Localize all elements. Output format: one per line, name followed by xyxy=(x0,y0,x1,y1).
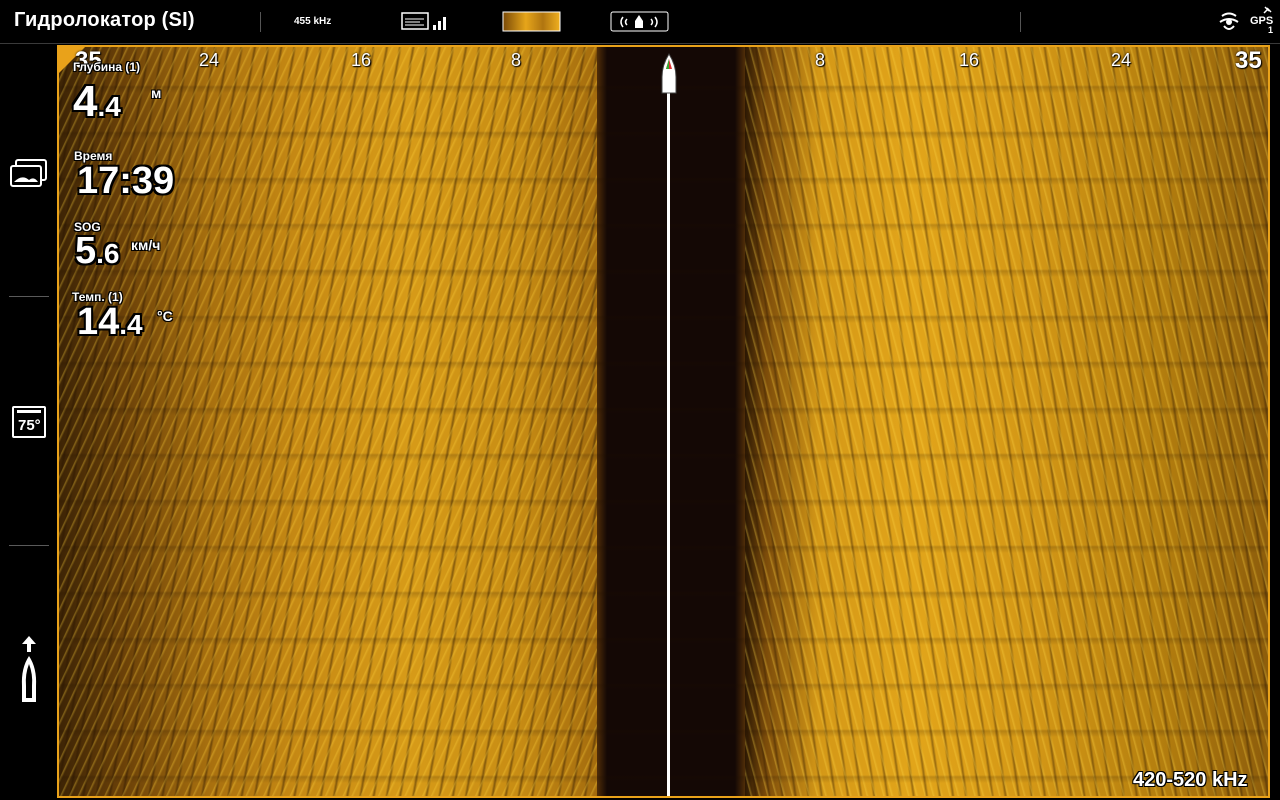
temp-int: 14 xyxy=(77,301,120,343)
right-sonar-return xyxy=(745,47,1268,796)
sog-value: 5.6 xyxy=(75,230,120,273)
temp-unit: °C xyxy=(157,308,173,324)
depth-int: 4 xyxy=(73,77,98,126)
chart-signal-icon[interactable] xyxy=(400,11,450,33)
sidebar-divider xyxy=(9,545,49,546)
gps-count: 1 xyxy=(1268,25,1274,35)
temp-dec: .4 xyxy=(119,309,143,340)
bottom-edge-right xyxy=(735,47,745,796)
depth-dec: .4 xyxy=(97,91,121,122)
transducer-icon[interactable] xyxy=(610,11,670,33)
sog-int: 5 xyxy=(75,230,97,272)
side-imaging-view[interactable]: 35 24 16 8 8 16 24 35 Глубина (1) 4.4 м … xyxy=(57,45,1270,798)
boat-icon xyxy=(661,53,677,94)
boat-track-line xyxy=(667,83,670,796)
range-label: 24 xyxy=(199,50,220,70)
sog-dec: .6 xyxy=(96,238,120,269)
thermometer-bar-icon xyxy=(17,410,41,413)
temp-value: 14.4 xyxy=(77,301,143,344)
range-label: 8 xyxy=(815,50,826,70)
sog-unit: км/ч xyxy=(131,237,161,253)
divider xyxy=(1020,12,1021,32)
time-value: 17:39 xyxy=(77,160,175,202)
range-label: 8 xyxy=(511,50,522,70)
satellite-icon xyxy=(1263,6,1272,14)
sidebar: 75° xyxy=(0,44,56,800)
sonar-palette-icon[interactable] xyxy=(502,11,562,33)
divider xyxy=(0,43,1280,44)
divider xyxy=(260,12,261,32)
depth-value: 4.4 xyxy=(73,77,121,127)
bottom-edge-left xyxy=(597,47,607,796)
range-label: 16 xyxy=(959,50,980,70)
temperature-75-icon[interactable]: 75° xyxy=(12,406,46,438)
cards-icon[interactable] xyxy=(10,158,48,190)
sonar-mode-icon[interactable] xyxy=(1218,10,1240,34)
temp-badge-label: 75° xyxy=(18,417,41,434)
sidebar-divider xyxy=(9,296,49,297)
top-bar: Гидролокатор (SI) 455 kHz GPS 1 xyxy=(0,0,1280,43)
water-column xyxy=(597,47,745,796)
boat-direction-icon[interactable] xyxy=(17,634,41,706)
frequency-label: 455 kHz xyxy=(294,16,332,27)
range-label: 16 xyxy=(351,50,372,70)
range-label: 24 xyxy=(1111,50,1132,70)
frequency-range-label: 420-520 kHz xyxy=(1133,769,1248,791)
depth-label: Глубина (1) xyxy=(73,60,141,74)
page-title: Гидролокатор (SI) xyxy=(14,9,195,31)
depth-unit: м xyxy=(151,85,162,101)
range-label: 35 xyxy=(1235,47,1262,74)
